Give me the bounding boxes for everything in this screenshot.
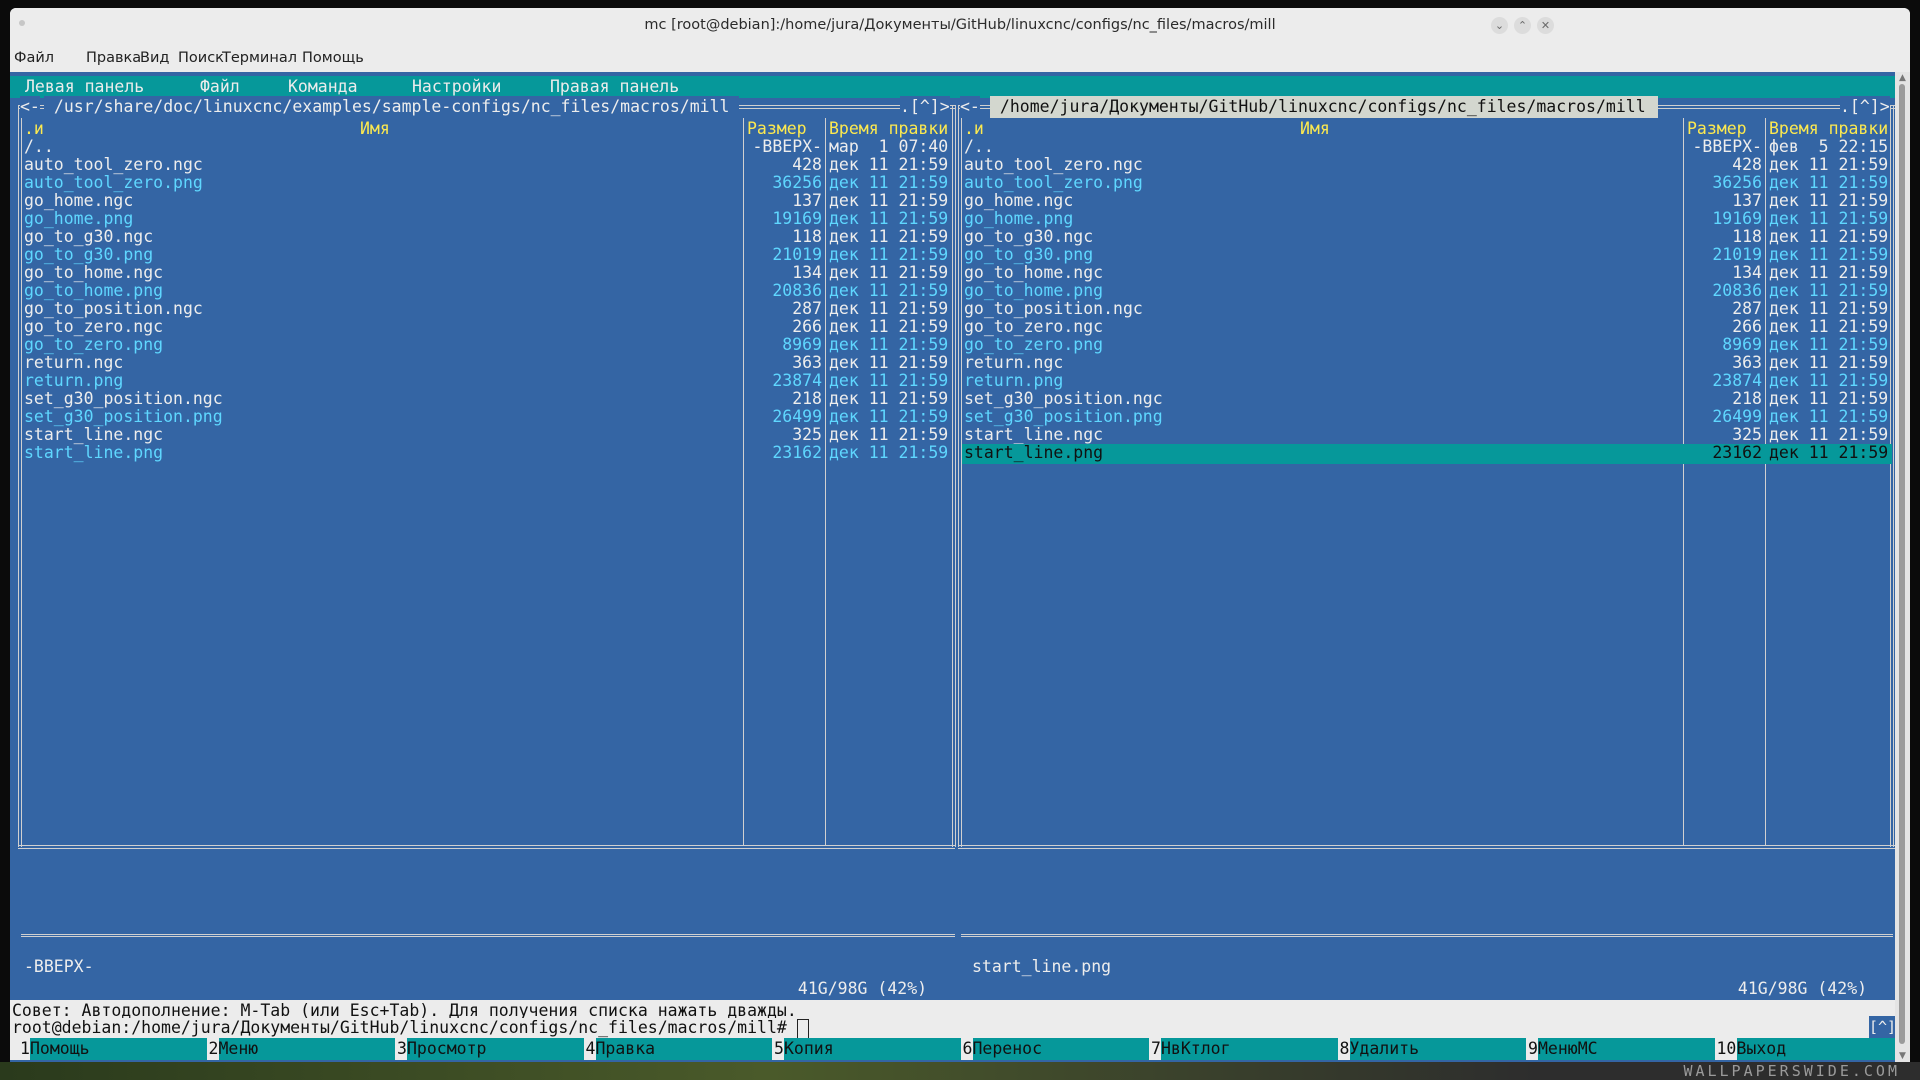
menu-file[interactable]: Файл: [14, 50, 54, 66]
mc-menu-file[interactable]: Файл: [200, 76, 240, 98]
file-name: start_line.png: [964, 443, 1104, 462]
file-time: дек 11 21:59: [1769, 443, 1889, 462]
left-disk-usage: 41G/98G (42%): [788, 978, 938, 1000]
fkey-7-button[interactable]: НвКтлог: [1161, 1038, 1338, 1060]
fkey-3-button[interactable]: Просмотр: [407, 1038, 584, 1060]
fkey-1-number: 1: [20, 1038, 30, 1060]
scroll-up-icon[interactable]: ▲: [1897, 74, 1908, 83]
maximize-icon[interactable]: ⌃: [1514, 17, 1531, 34]
minimize-icon[interactable]: ⌄: [1491, 17, 1508, 34]
title-bar[interactable]: mc [root@debian]:/home/jura/Документы/Gi…: [10, 8, 1910, 44]
menu-edit[interactable]: Правка: [86, 50, 141, 66]
right-disk-usage: 41G/98G (42%): [1728, 978, 1878, 1000]
fkey-8-number: 8: [1339, 1038, 1350, 1060]
fkey-5-number: 5: [774, 1038, 784, 1060]
file-name: start_line.png: [24, 443, 164, 462]
menu-bar: Файл Правка Вид Поиск Терминал Помощь: [10, 44, 1910, 72]
right-mini-status: start_line.png: [972, 957, 1112, 976]
mc-menu-command[interactable]: Команда: [288, 76, 358, 98]
menu-help[interactable]: Помощь: [302, 50, 364, 66]
hotlist-corner-button[interactable]: [^]: [1869, 1016, 1896, 1038]
terminal-scrollbar[interactable]: ▲ ▼: [1895, 72, 1910, 1062]
menu-view[interactable]: Вид: [140, 50, 169, 66]
scrollbar-thumb[interactable]: [1899, 84, 1905, 1044]
left-col-name[interactable]: Имя: [360, 118, 390, 140]
file-time: дек 11 21:59: [829, 443, 949, 462]
scroll-down-icon[interactable]: ▼: [1897, 1052, 1908, 1061]
desktop-background: [0, 1062, 1920, 1080]
fkey-4-button[interactable]: Правка: [595, 1038, 772, 1060]
right-panel-path: /home/jura/Документы/GitHub/linuxcnc/con…: [990, 97, 1656, 116]
fkey-10-number: 10: [1716, 1038, 1737, 1060]
menu-search[interactable]: Поиск: [178, 50, 224, 66]
mc-menu-left-panel[interactable]: Левая панель: [25, 76, 144, 98]
left-panel-path: /usr/share/doc/linuxcnc/examples/sample-…: [44, 96, 740, 118]
fkey-6-button[interactable]: Перенос: [972, 1038, 1149, 1060]
fkey-8-button[interactable]: Удалить: [1349, 1038, 1526, 1060]
fkey-2-button[interactable]: Меню: [218, 1038, 395, 1060]
right-panel-arrow[interactable]: <-: [960, 96, 980, 118]
file-size: 23162: [772, 443, 822, 462]
function-key-bar: 1 Помощь 2 Меню 3 Просмотр 4 Правка 5 Копия 6 Перен…: [10, 1038, 1903, 1060]
right-col-name[interactable]: Имя: [1300, 118, 1330, 140]
window-title: mc [root@debian]:/home/jura/Документы/Gi…: [644, 17, 1276, 33]
fkey-1-button[interactable]: Помощь: [30, 1038, 207, 1060]
fkey-9-number: 9: [1528, 1038, 1538, 1060]
close-icon[interactable]: ✕: [1537, 17, 1554, 34]
left-mini-status: -ВВЕРХ-: [24, 957, 94, 976]
file-size: 23162: [1712, 443, 1762, 462]
command-line[interactable]: root@debian:/home/jura/Документы/GitHub/…: [10, 1018, 1895, 1039]
mc-terminal[interactable]: Левая панель Файл Команда Настройки Прав…: [10, 72, 1903, 1062]
fkey-3-number: 3: [397, 1038, 407, 1060]
mc-menu-settings[interactable]: Настройки: [412, 76, 501, 98]
left-panel-arrow[interactable]: <-: [20, 96, 40, 118]
mc-menu-bar: Левая панель Файл Команда Настройки Прав…: [10, 76, 1895, 98]
fkey-5-button[interactable]: Копия: [784, 1038, 961, 1060]
fkey-7-number: 7: [1151, 1038, 1161, 1060]
wallpaper-watermark: WALLPAPERSWIDE.COM: [1683, 1062, 1900, 1080]
fkey-4-number: 4: [585, 1038, 596, 1060]
fkey-10-button[interactable]: Выход: [1736, 1038, 1903, 1060]
right-panel-corner[interactable]: .[^]>: [1840, 96, 1890, 118]
text-cursor[interactable]: [797, 1019, 809, 1039]
terminal-window: mc [root@debian]:/home/jura/Документы/Gi…: [10, 8, 1910, 1062]
fkey-9-button[interactable]: МенюMC: [1538, 1038, 1715, 1060]
fkey-6-number: 6: [962, 1038, 973, 1060]
left-panel-corner[interactable]: .[^]>: [900, 96, 950, 118]
shell-prompt: root@debian:/home/jura/Документы/GitHub/…: [12, 1018, 787, 1037]
mc-menu-right-panel[interactable]: Правая панель: [550, 76, 679, 98]
fkey-2-number: 2: [208, 1038, 219, 1060]
menu-terminal[interactable]: Терминал: [222, 50, 297, 66]
